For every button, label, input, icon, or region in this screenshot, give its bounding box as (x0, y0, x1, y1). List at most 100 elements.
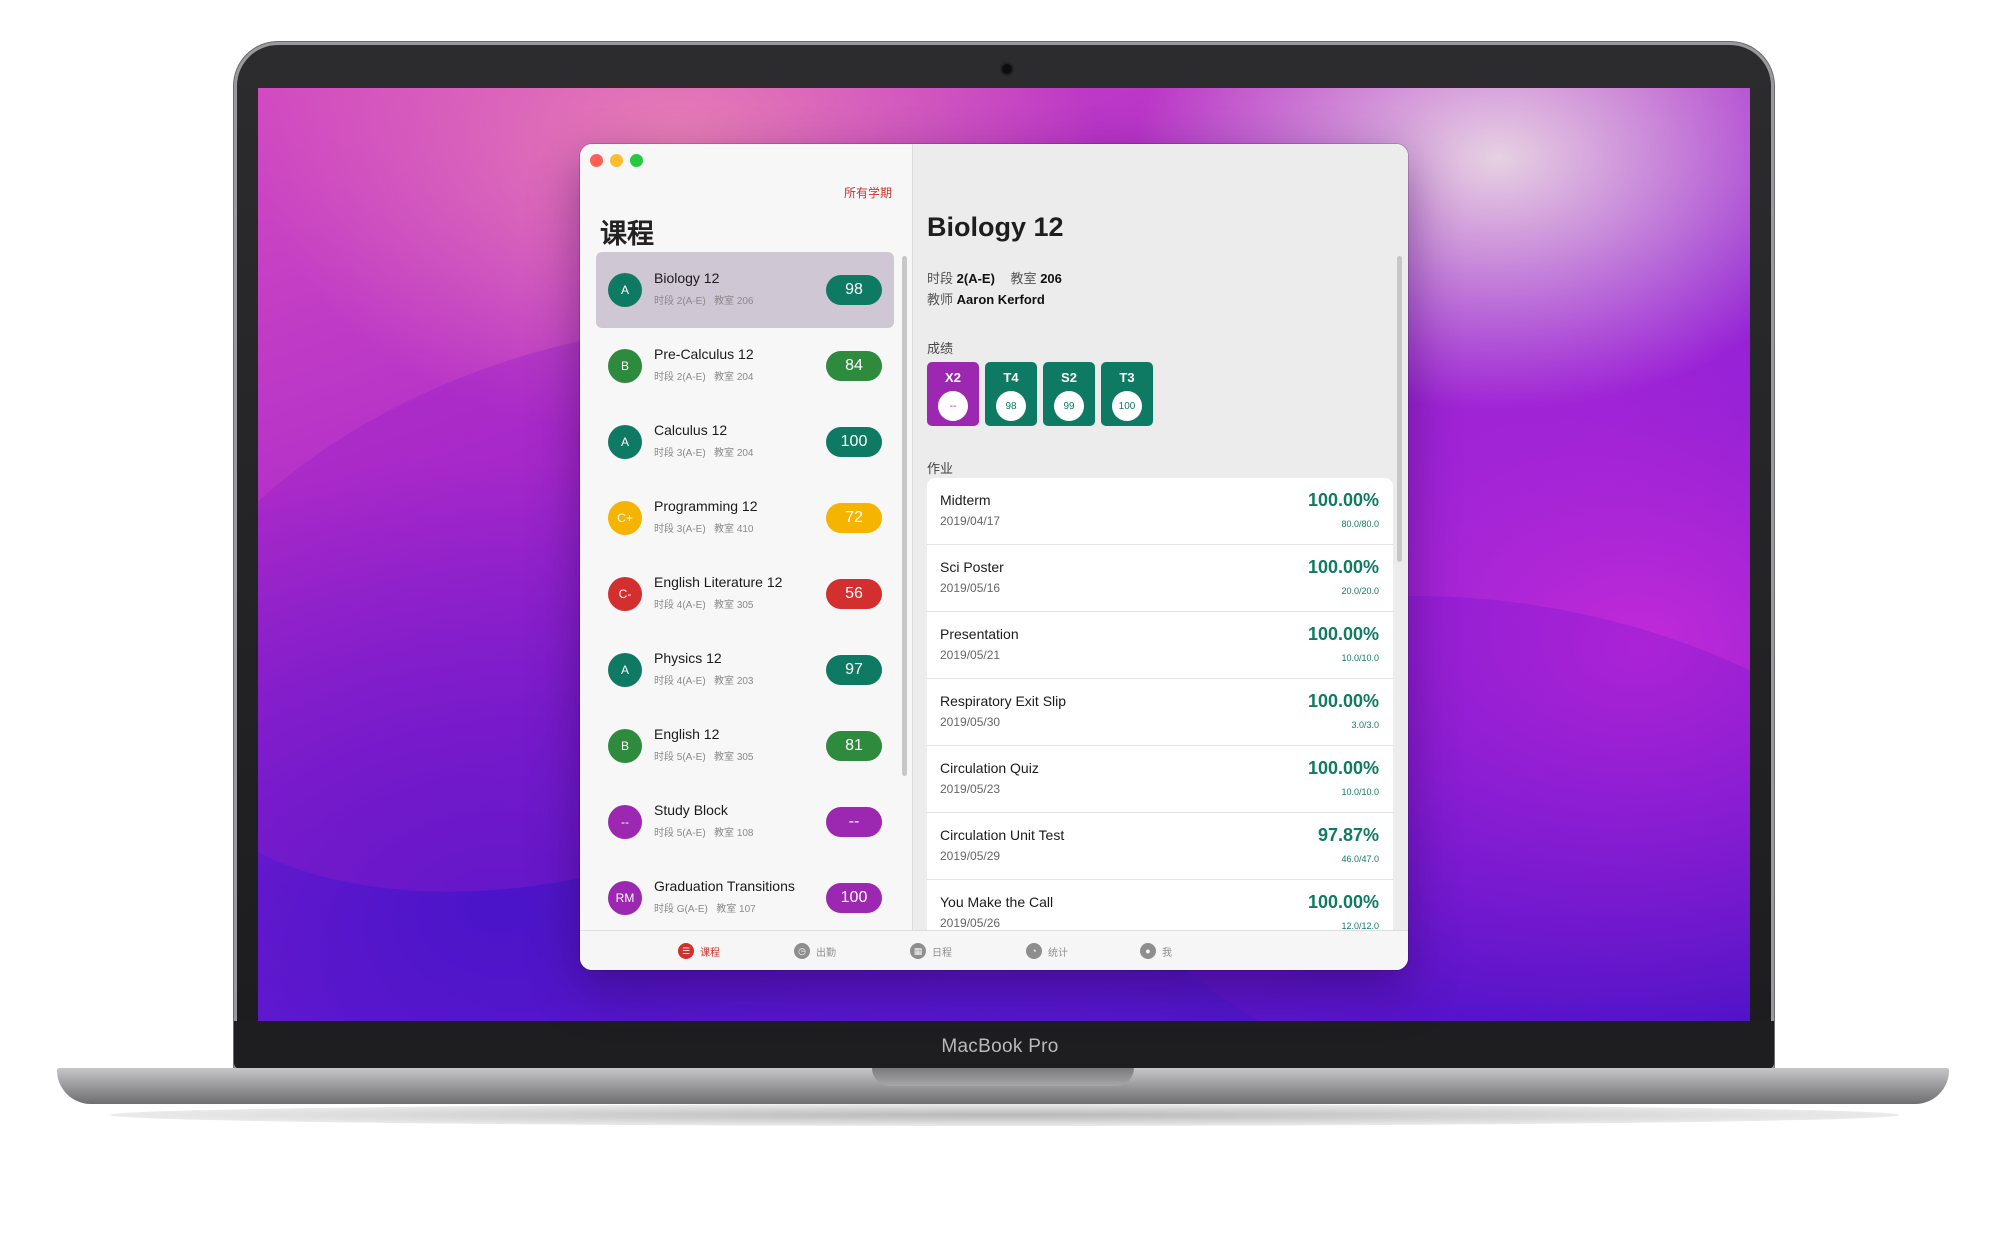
course-row[interactable]: A Biology 12 时段 2(A-E) 教室 206 98 (596, 252, 894, 328)
assignment-row[interactable]: Circulation Unit Test 2019/05/29 97.87% 46.… (927, 813, 1393, 880)
assignment-name: Midterm (940, 492, 991, 508)
course-name: Programming 12 (654, 498, 758, 514)
assignment-row[interactable]: Presentation 2019/05/21 100.00% 10.0/10.0 (927, 612, 1393, 679)
assignment-points: 3.0/3.0 (1351, 720, 1379, 730)
room-value: 107 (739, 904, 756, 915)
term-grade-box[interactable]: S2 99 (1043, 362, 1095, 426)
camera-dot (1002, 64, 1012, 74)
room-label: 教室 (714, 296, 735, 307)
score-pill: 98 (826, 275, 882, 305)
room-label: 教室 (714, 600, 735, 611)
assignment-points: 12.0/12.0 (1341, 921, 1379, 930)
period-label: 时段 (654, 524, 674, 535)
room-value: 410 (736, 524, 754, 535)
laptop-notch (872, 1068, 1134, 1086)
course-row[interactable]: A Physics 12 时段 4(A-E) 教室 203 97 (596, 632, 894, 708)
course-row[interactable]: C- English Literature 12 时段 4(A-E) 教室 305 5… (596, 556, 894, 632)
assignment-percent: 100.00% (1307, 490, 1379, 510)
assignment-name: Circulation Unit Test (940, 827, 1065, 843)
assignment-date: 2019/05/30 (940, 715, 1001, 729)
assignment-date: 2019/05/21 (940, 648, 1001, 662)
list-icon: ☰ (678, 943, 694, 959)
term-grade-box[interactable]: T4 98 (985, 362, 1037, 426)
course-row[interactable]: -- Study Block 时段 5(A-E) 教室 108 -- (596, 784, 894, 860)
sidebar-scrollbar[interactable] (902, 256, 907, 776)
letter-grade-badge: C- (608, 577, 642, 611)
course-row[interactable]: C+ Programming 12 时段 3(A-E) 教室 410 72 (596, 480, 894, 556)
close-window-button[interactable] (590, 154, 603, 167)
assignment-points: 20.0/20.0 (1341, 586, 1379, 596)
period-label: 时段 (654, 296, 674, 307)
course-row[interactable]: RM Graduation Transitions 时段 G(A-E) 教室 107… (596, 860, 894, 936)
assignment-row[interactable]: Sci Poster 2019/05/16 100.00% 20.0/20.0 (927, 545, 1393, 612)
assignment-row[interactable]: Midterm 2019/04/17 100.00% 80.0/80.0 (927, 478, 1393, 545)
course-meta: 时段 2(A-E) 教室 206 (654, 292, 754, 307)
letter-grade-badge: A (608, 273, 642, 307)
letter-grade-badge: C+ (608, 501, 642, 535)
assignment-percent: 100.00% (1307, 557, 1379, 577)
score-pill: 100 (826, 427, 882, 457)
tab-list[interactable]: ☰ 课程 (678, 942, 720, 960)
term-value: -- (938, 391, 968, 421)
score-pill: 56 (826, 579, 882, 609)
letter-grade-badge: A (608, 653, 642, 687)
room-label: 教室 (714, 752, 735, 763)
tab-label: 日程 (932, 947, 952, 959)
course-name: Graduation Transitions (654, 878, 795, 894)
course-name: Biology 12 (654, 270, 720, 286)
detail-title: Biology 12 (927, 212, 1064, 242)
assignment-name: Circulation Quiz (940, 760, 1039, 776)
assignment-points: 10.0/10.0 (1341, 653, 1379, 663)
all-semesters-link[interactable]: 所有学期 (844, 184, 892, 201)
period-label: 时段 (654, 904, 674, 915)
assignment-list: Midterm 2019/04/17 100.00% 80.0/80.0 Sci Pos… (927, 478, 1393, 930)
course-name: Study Block (654, 802, 728, 818)
course-row[interactable]: A Calculus 12 时段 3(A-E) 教室 204 100 (596, 404, 894, 480)
pie-chart-icon: ◔ (1026, 943, 1042, 959)
room-value: 305 (736, 752, 754, 763)
term-grade-box[interactable]: T3 100 (1101, 362, 1153, 426)
detail-scrollbar[interactable] (1397, 256, 1402, 562)
room-label: 教室 (714, 828, 735, 839)
letter-grade-badge: -- (608, 805, 642, 839)
zoom-window-button[interactable] (630, 154, 643, 167)
course-meta: 时段 5(A-E) 教室 108 (654, 824, 754, 839)
score-pill: 97 (826, 655, 882, 685)
tab-pie-chart[interactable]: ◔ 统计 (1026, 942, 1068, 960)
laptop-shadow (110, 1104, 1900, 1126)
assignment-percent: 100.00% (1307, 624, 1379, 644)
room-label: 教室 (716, 904, 737, 915)
calendar-icon: ▦ (910, 943, 926, 959)
term-grade-box[interactable]: X2 -- (927, 362, 979, 426)
assignment-date: 2019/05/23 (940, 782, 1001, 796)
letter-grade-badge: B (608, 729, 642, 763)
assignment-name: Presentation (940, 626, 1019, 642)
assignment-row[interactable]: Circulation Quiz 2019/05/23 100.00% 10.0/10… (927, 746, 1393, 813)
letter-grade-badge: A (608, 425, 642, 459)
tab-calendar[interactable]: ▦ 日程 (910, 942, 952, 960)
period-label: 时段 (927, 271, 954, 286)
tab-clock[interactable]: ◷ 出勤 (794, 942, 836, 960)
room-label: 教室 (714, 524, 735, 535)
term-code: S2 (1061, 370, 1077, 385)
course-meta: 时段 3(A-E) 教室 410 (654, 520, 754, 535)
sidebar-title: 课程 (600, 219, 654, 249)
tab-label: 统计 (1048, 947, 1068, 959)
room-label: 教室 (714, 676, 735, 687)
teacher-label: 教师 (927, 292, 954, 307)
course-row[interactable]: B English 12 时段 5(A-E) 教室 305 81 (596, 708, 894, 784)
assignment-percent: 97.87% (1317, 825, 1379, 845)
assignment-row[interactable]: You Make the Call 2019/05/26 100.00% 12.0/1… (927, 880, 1393, 930)
assignment-percent: 100.00% (1307, 691, 1379, 711)
assignment-row[interactable]: Respiratory Exit Slip 2019/05/30 100.00% 3.… (927, 679, 1393, 746)
letter-grade-badge: B (608, 349, 642, 383)
tab-person[interactable]: ● 我 (1140, 942, 1172, 960)
minimize-window-button[interactable] (610, 154, 623, 167)
course-name: English 12 (654, 726, 720, 742)
period-value: 2(A-E) (676, 372, 706, 383)
course-row[interactable]: B Pre-Calculus 12 时段 2(A-E) 教室 204 84 (596, 328, 894, 404)
period-room-line: 时段 2(A-E) 教室 206 (927, 268, 1062, 287)
score-pill: 72 (826, 503, 882, 533)
assignment-name: Sci Poster (940, 559, 1004, 575)
course-name: Physics 12 (654, 650, 722, 666)
